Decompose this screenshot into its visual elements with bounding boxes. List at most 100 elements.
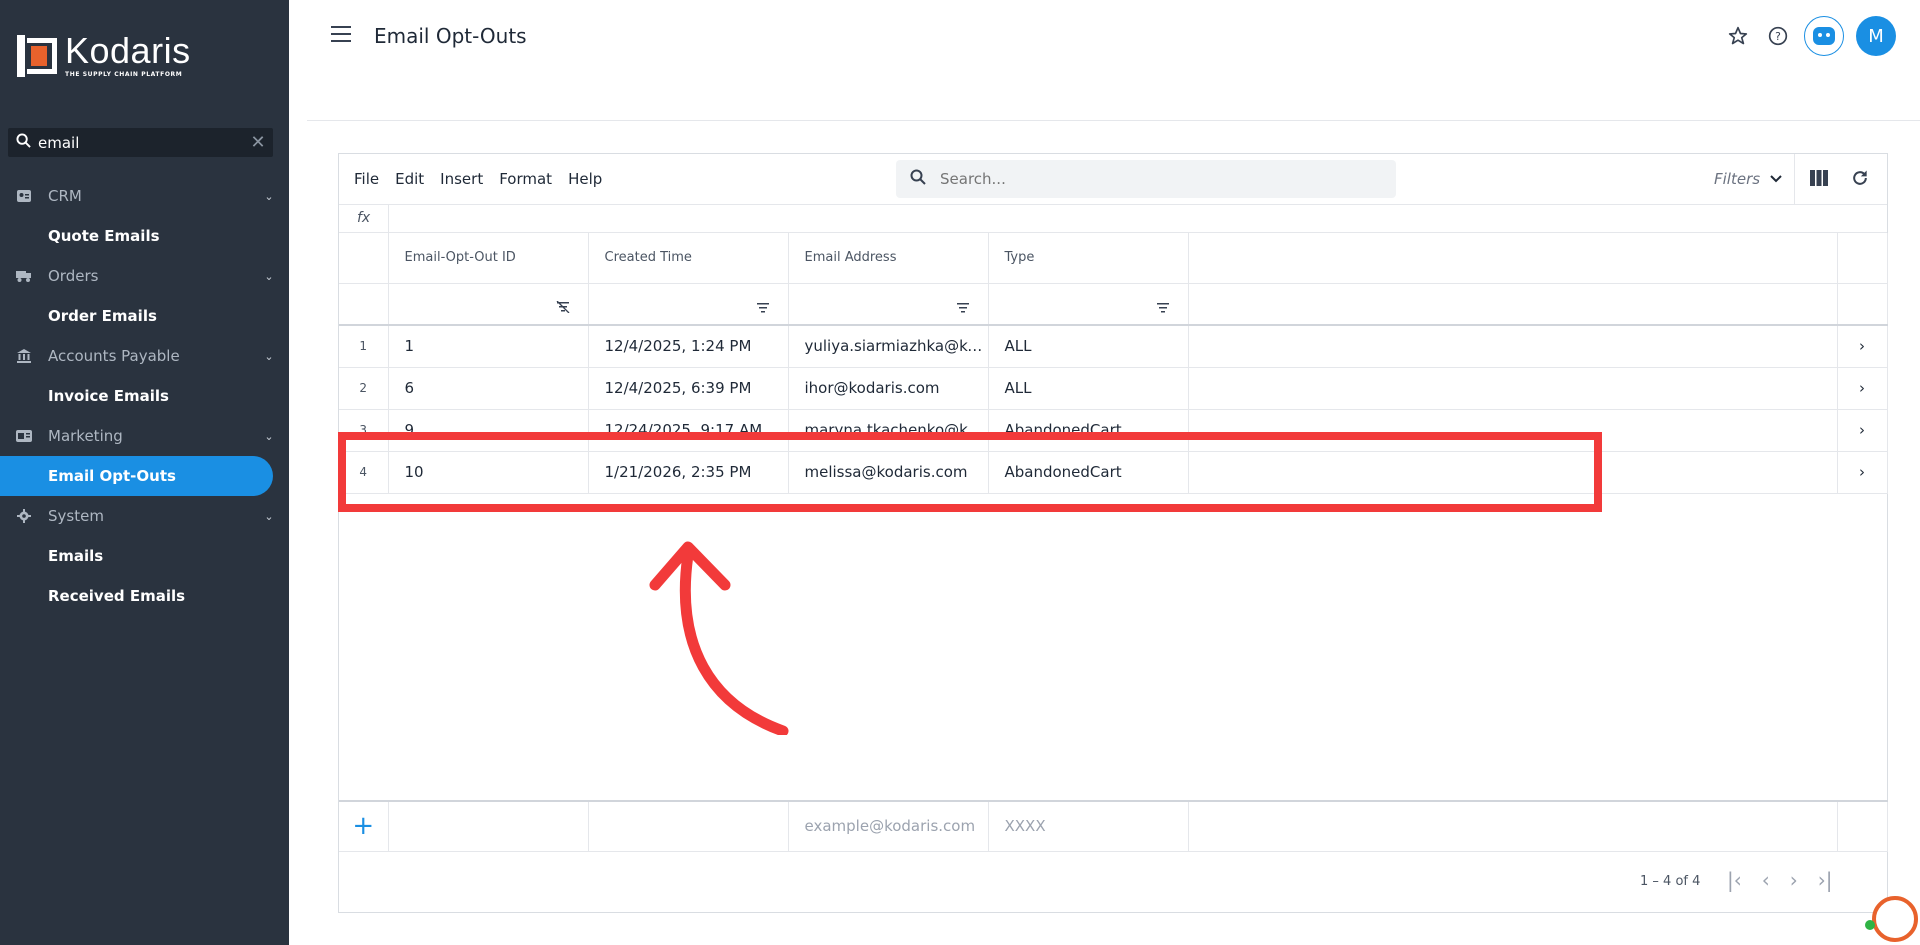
new-created-cell[interactable]	[588, 800, 789, 852]
filter-cell-type[interactable]	[988, 283, 1189, 326]
chevron-right-icon[interactable]: ›	[1837, 325, 1888, 368]
nav-group-crm[interactable]: CRM ⌄	[0, 176, 289, 216]
filter-off-icon[interactable]	[556, 298, 570, 317]
nav-group-accounts-payable[interactable]: Accounts Payable ⌄	[0, 336, 289, 376]
filters-dropdown[interactable]: Filters	[1714, 170, 1782, 188]
header-divider	[307, 120, 1920, 121]
pagination: 1 – 4 of 4 |‹ ‹ › ›|	[339, 852, 1887, 912]
data-grid-panel: File Edit Insert Format Help Filters fx	[338, 153, 1888, 913]
add-row-button[interactable]: +	[339, 800, 389, 852]
nav-group-orders[interactable]: Orders ⌄	[0, 256, 289, 296]
cell-email[interactable]: ihor@kodaris.com	[788, 367, 989, 410]
search-icon	[896, 169, 940, 189]
grid-search-input[interactable]	[940, 170, 1340, 188]
column-header-email[interactable]: Email Address	[788, 233, 989, 284]
nav-group-system[interactable]: System ⌄	[0, 496, 289, 536]
filter-row	[339, 283, 1888, 326]
chevron-right-icon[interactable]: ›	[1837, 409, 1888, 452]
sidebar-search[interactable]: email ✕	[8, 128, 273, 157]
filter-cell-created[interactable]	[588, 283, 789, 326]
column-header-type[interactable]: Type	[988, 233, 1189, 284]
nav-group-marketing[interactable]: Marketing ⌄	[0, 416, 289, 456]
online-status-dot	[1865, 920, 1875, 930]
cell-type[interactable]: ALL	[988, 325, 1189, 368]
help-icon[interactable]: ?	[1764, 22, 1792, 50]
cell-id[interactable]: 6	[388, 367, 589, 410]
filter-icon[interactable]	[1156, 298, 1170, 317]
sidebar: Kodaris THE SUPPLY CHAIN PLATFORM email …	[0, 0, 289, 945]
sidebar-search-input[interactable]: email	[38, 134, 243, 152]
highlight-box	[338, 432, 1602, 512]
address-card-icon	[16, 189, 32, 203]
empty-grid-area	[339, 493, 1887, 801]
annotation-arrow-icon	[649, 541, 789, 735]
sidebar-item-invoice-emails[interactable]: Invoice Emails	[0, 376, 289, 416]
avatar[interactable]: M	[1856, 16, 1896, 56]
menu-format[interactable]: Format	[499, 170, 552, 188]
formula-bar[interactable]: fx	[339, 205, 1887, 233]
kodaris-logo[interactable]: Kodaris THE SUPPLY CHAIN PLATFORM	[17, 33, 191, 78]
sidebar-item-quote-emails[interactable]: Quote Emails	[0, 216, 289, 256]
filter-cell-email[interactable]	[788, 283, 989, 326]
grid-toolbar: File Edit Insert Format Help Filters	[339, 154, 1887, 205]
filter-cell-id[interactable]	[388, 283, 589, 326]
chevron-down-icon	[1770, 175, 1782, 183]
header-row: Email-Opt-Out ID Created Time Email Addr…	[339, 233, 1888, 284]
cell-created-time[interactable]: 12/4/2025, 6:39 PM	[588, 367, 789, 410]
brand-name: Kodaris	[65, 30, 191, 71]
chevron-down-icon: ⌄	[264, 189, 274, 203]
new-email-cell[interactable]: example@kodaris.com	[788, 800, 989, 852]
assistant-bot-button[interactable]	[1804, 16, 1844, 56]
filter-icon[interactable]	[756, 298, 770, 317]
row-number: 1	[339, 325, 389, 368]
cell-created-time[interactable]: 12/4/2025, 1:24 PM	[588, 325, 789, 368]
cell-id[interactable]: 1	[388, 325, 589, 368]
column-header-created-time[interactable]: Created Time	[588, 233, 789, 284]
sidebar-item-email-opt-outs[interactable]: Email Opt-Outs	[0, 456, 273, 496]
menu-file[interactable]: File	[354, 170, 379, 188]
toolbar-divider	[1794, 154, 1795, 205]
chat-support-icon[interactable]	[1872, 896, 1918, 942]
refresh-icon[interactable]	[1850, 168, 1870, 193]
robot-icon	[1813, 27, 1835, 45]
menu-edit[interactable]: Edit	[395, 170, 424, 188]
new-type-cell[interactable]: XXXX	[988, 800, 1189, 852]
gear-icon	[16, 509, 32, 523]
chevron-right-icon[interactable]: ›	[1837, 367, 1888, 410]
menu-help[interactable]: Help	[568, 170, 602, 188]
chevron-right-icon[interactable]: ›	[1837, 451, 1888, 494]
first-page-icon[interactable]: |‹	[1727, 868, 1742, 892]
bank-icon	[16, 349, 32, 363]
last-page-icon[interactable]: ›|	[1818, 868, 1833, 892]
table-row[interactable]: 1 1 12/4/2025, 1:24 PM yuliya.siarmiazhk…	[339, 325, 1888, 368]
previous-page-icon[interactable]: ‹	[1762, 868, 1770, 892]
star-icon[interactable]	[1724, 22, 1752, 50]
opt-outs-table: Email-Opt-Out ID Created Time Email Addr…	[339, 233, 1888, 852]
cell-email[interactable]: yuliya.siarmiazhka@kod...	[788, 325, 989, 368]
top-bar: Email Opt-Outs ? M	[289, 0, 1920, 72]
chevron-down-icon: ⌄	[264, 429, 274, 443]
chevron-down-icon: ⌄	[264, 269, 274, 283]
chevron-down-icon: ⌄	[264, 349, 274, 363]
filter-icon[interactable]	[956, 298, 970, 317]
menu-insert[interactable]: Insert	[440, 170, 483, 188]
sidebar-item-received-emails[interactable]: Received Emails	[0, 576, 289, 616]
columns-icon[interactable]	[1810, 170, 1828, 190]
cell-type[interactable]: ALL	[988, 367, 1189, 410]
sidebar-item-order-emails[interactable]: Order Emails	[0, 296, 289, 336]
table-row[interactable]: 2 6 12/4/2025, 6:39 PM ihor@kodaris.com …	[339, 367, 1888, 410]
new-id-cell[interactable]	[388, 800, 589, 852]
column-header-id[interactable]: Email-Opt-Out ID	[388, 233, 589, 284]
chevron-down-icon: ⌄	[264, 509, 274, 523]
formula-label: fx	[357, 210, 371, 226]
brand-tagline: THE SUPPLY CHAIN PLATFORM	[65, 71, 183, 78]
svg-text:?: ?	[1775, 30, 1781, 43]
megaphone-icon	[16, 429, 32, 443]
sidebar-item-emails[interactable]: Emails	[0, 536, 289, 576]
row-number: 2	[339, 367, 389, 410]
clear-search-icon[interactable]: ✕	[243, 132, 273, 153]
grid-search[interactable]	[896, 160, 1396, 198]
new-record-row[interactable]: + example@kodaris.com XXXX	[339, 800, 1888, 852]
next-page-icon[interactable]: ›	[1790, 868, 1798, 892]
hamburger-menu-icon[interactable]	[331, 26, 351, 42]
